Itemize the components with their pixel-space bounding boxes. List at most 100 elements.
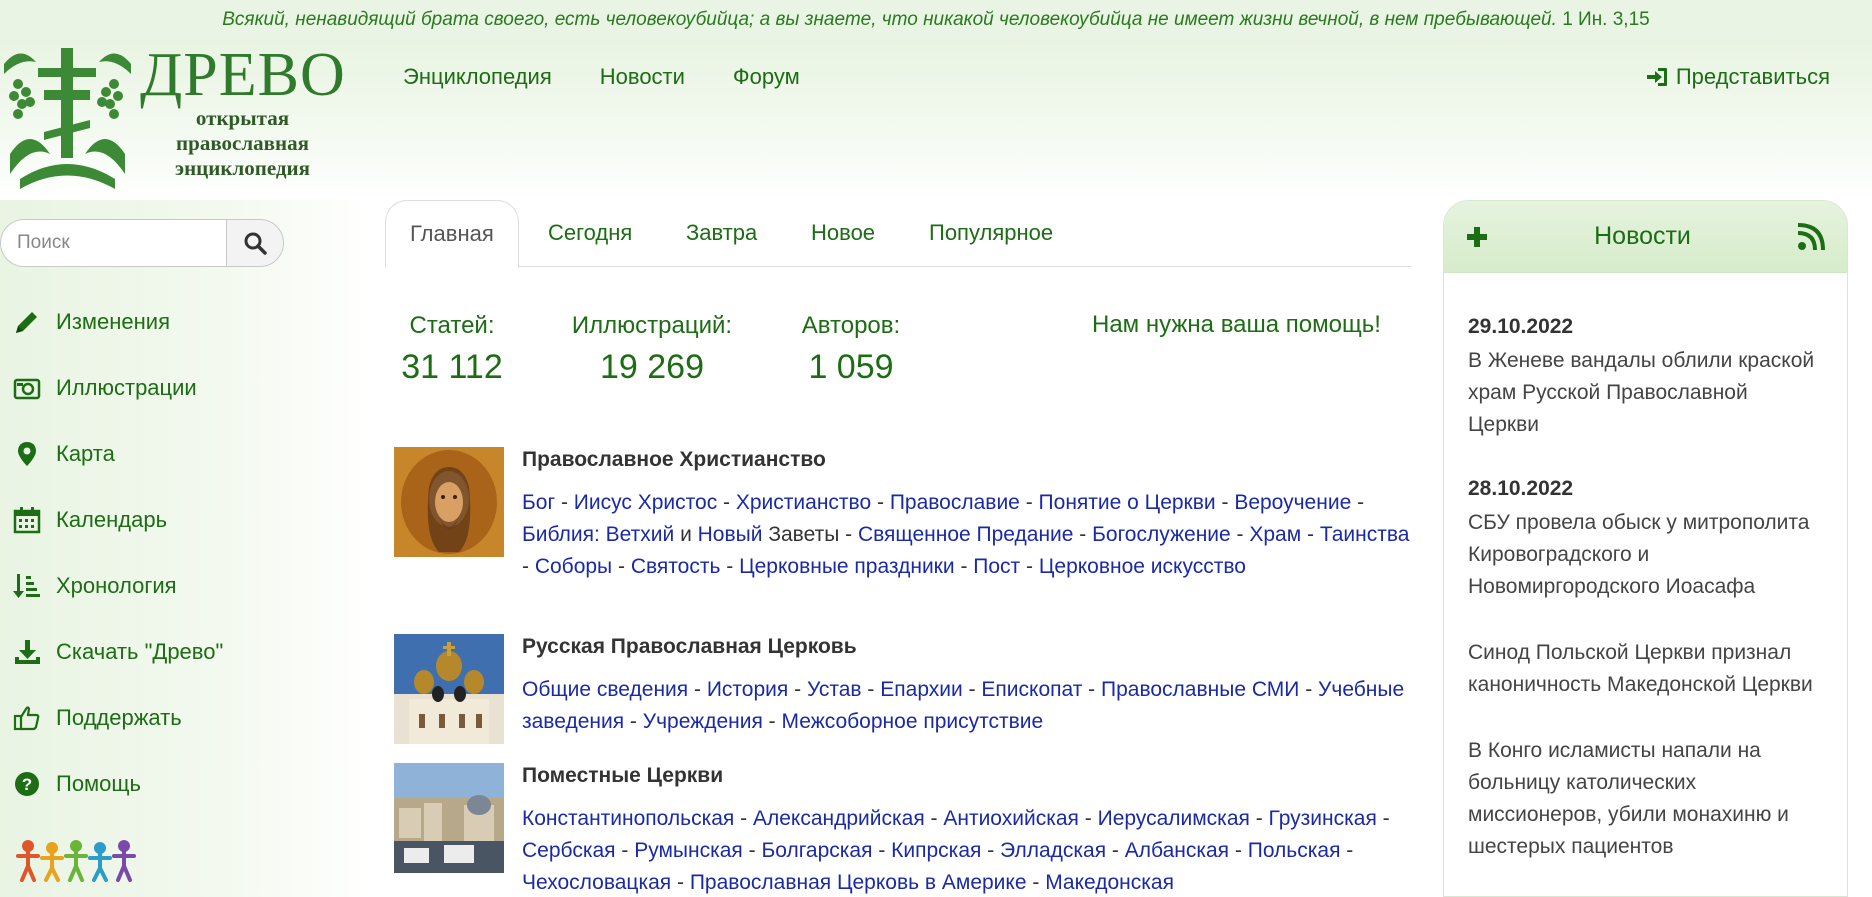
link[interactable]: Константинопольская [522,807,734,830]
link[interactable]: Ветхий [606,523,675,546]
tab-new[interactable]: Новое [811,200,875,267]
link[interactable]: Болгарская [761,839,872,862]
church-domes-thumbnail[interactable] [394,634,504,744]
news-date: 29.10.2022 [1468,315,1574,338]
section-title[interactable]: Православное Христианство [522,447,826,473]
stat-articles[interactable]: Статей: 31 112 [392,311,512,389]
login-link[interactable]: Представиться [1646,64,1830,90]
nav-forum[interactable]: Форум [733,64,800,90]
sidebar-item-changes[interactable]: Изменения [12,289,223,355]
sidebar-item-help[interactable]: ? Помощь [12,751,223,817]
search-input[interactable] [0,219,226,267]
site-logo[interactable]: ДРЕВО открытая православная энциклопедия [0,44,345,194]
news-panel: Новости 29.10.2022 В Женеве вандалы обли… [1443,200,1848,897]
link[interactable]: Общие сведения [522,678,688,701]
link[interactable]: Православная Церковь в Америке [690,871,1027,894]
news-text[interactable]: В Конго исламисты напали на больницу кат… [1468,735,1823,863]
link[interactable]: Понятие о Церкви [1039,491,1216,514]
tab-tomorrow[interactable]: Завтра [686,200,757,267]
link[interactable]: Святость [631,555,721,578]
link[interactable]: Вероучение [1234,491,1351,514]
link[interactable]: Румынская [634,839,743,862]
stat-illustrations[interactable]: Иллюстраций: 19 269 [562,311,742,389]
section-links: Константинопольская - Александрийская - … [522,807,1390,894]
section-title[interactable]: Поместные Церкви [522,763,723,789]
link[interactable]: Александрийская [753,807,925,830]
link[interactable]: Албанская [1125,839,1229,862]
link[interactable]: Епархии [880,678,962,701]
link[interactable]: Храм [1249,523,1301,546]
news-list: 29.10.2022 В Женеве вандалы облили краск… [1444,273,1847,863]
link[interactable]: Чехословацкая [522,871,671,894]
tab-popular[interactable]: Популярное [929,200,1053,267]
link[interactable]: Сербская [522,839,616,862]
section-title[interactable]: Русская Православная Церковь [522,634,857,660]
nav-news[interactable]: Новости [600,64,685,90]
link[interactable]: Антиохийская [943,807,1079,830]
sidebar-item-download[interactable]: Скачать "Древо" [12,619,223,685]
svg-text:?: ? [22,775,32,794]
news-title[interactable]: Новости [1594,222,1691,251]
link[interactable]: Иерусалимская [1098,807,1250,830]
news-text[interactable]: Синод Польской Церкви признал каноничнос… [1468,637,1823,701]
calendar-icon [12,505,42,535]
stat-value: 1 059 [808,348,894,386]
rss-feed-icon[interactable] [1797,222,1825,251]
link[interactable]: Христианство [736,491,871,514]
link[interactable]: Церковные праздники [739,555,955,578]
news-item[interactable]: 28.10.2022 СБУ провела обыск у митрополи… [1468,475,1823,603]
link-suffix: Заветы [768,523,840,546]
news-item[interactable]: В Конго исламисты напали на больницу кат… [1468,735,1823,863]
sidebar-item-label: Скачать "Древо" [56,639,224,664]
link[interactable]: Польская [1248,839,1341,862]
link[interactable]: Епископат [981,678,1082,701]
section-links: Бог - Иисус Христос - Христианство - Пра… [522,491,1410,578]
link[interactable]: Грузинская [1269,807,1377,830]
link[interactable]: Церковное искусство [1039,555,1246,578]
sidebar-item-calendar[interactable]: Календарь [12,487,223,553]
link[interactable]: Библия: [522,523,600,546]
link[interactable]: Македонская [1045,871,1174,894]
news-item[interactable]: 29.10.2022 В Женеве вандалы облили краск… [1468,313,1823,441]
news-text[interactable]: В Женеве вандалы облили краской храм Рус… [1468,345,1823,441]
stat-authors[interactable]: Авторов: 1 059 [790,311,912,389]
children-figures-icon[interactable] [16,838,138,884]
portal-orthodox-christianity: Православное Христианство Бог - Иисус Хр… [394,447,1414,587]
verse-reference[interactable]: 1 Ин. 3,15 [1562,9,1650,30]
add-news-plus-icon[interactable] [1466,226,1488,248]
link[interactable]: Иисус Христос [574,491,717,514]
link[interactable]: Межсоборное присутствие [782,710,1044,733]
help-needed-link[interactable]: Нам нужна ваша помощь! [1092,311,1381,339]
link[interactable]: Пост [973,555,1020,578]
link[interactable]: Богослужение [1092,523,1231,546]
nav-encyclopedia[interactable]: Энциклопедия [403,64,552,90]
icon-of-christ-thumbnail[interactable] [394,447,504,557]
stat-label: Авторов: [801,312,901,339]
sidebar-item-support[interactable]: Поддержать [12,685,223,751]
sidebar-item-illustrations[interactable]: Иллюстрации [12,355,223,421]
link[interactable]: Таинства [1320,523,1410,546]
link[interactable]: Православие [890,491,1020,514]
tab-today[interactable]: Сегодня [548,200,632,267]
link[interactable]: Кипрская [891,839,981,862]
link[interactable]: Бог [522,491,555,514]
cross-vine-emblem-icon [4,48,131,189]
news-item[interactable]: Синод Польской Церкви признал каноничнос… [1468,637,1823,701]
city-view-thumbnail[interactable] [394,763,504,873]
link[interactable]: Соборы [535,555,612,578]
portal-local-churches: Поместные Церкви Константинопольская - А… [394,763,1414,897]
search-button[interactable] [226,219,284,267]
sidebar-item-map[interactable]: Карта [12,421,223,487]
link[interactable]: Священное Предание [858,523,1074,546]
tab-main[interactable]: Главная [385,200,519,268]
link[interactable]: Элладская [1000,839,1106,862]
link[interactable]: Устав [807,678,862,701]
link[interactable]: Учреждения [643,710,763,733]
thumbs-up-icon [12,703,42,733]
link[interactable]: Новый [698,523,763,546]
link[interactable]: Православные СМИ [1101,678,1299,701]
news-text[interactable]: СБУ провела обыск у митрополита Кировогр… [1468,507,1823,603]
sidebar-item-chronology[interactable]: Хронология [12,553,223,619]
link-joiner: и [680,523,692,546]
link[interactable]: История [707,678,788,701]
